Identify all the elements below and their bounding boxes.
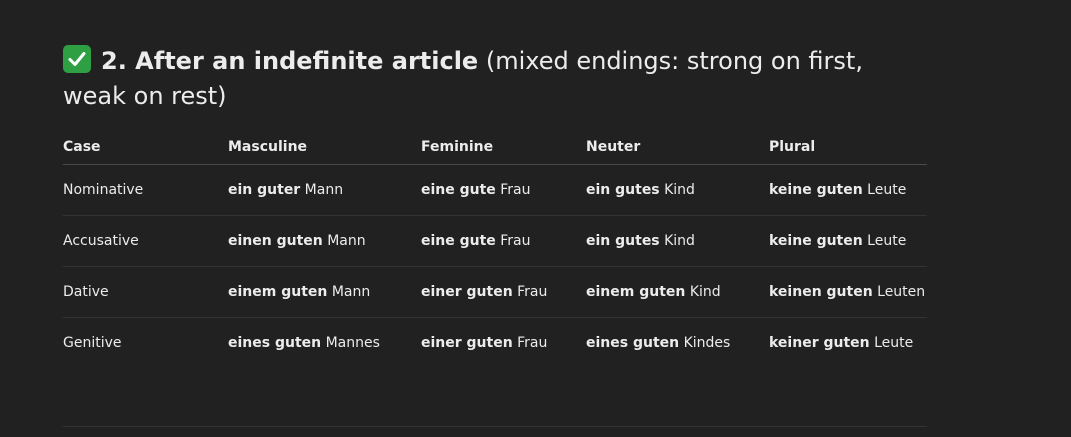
noun: Mann <box>327 233 366 249</box>
feminine-cell: einer guten Frau <box>421 318 586 369</box>
article-adjective: einen guten <box>228 233 323 249</box>
noun: Mannes <box>325 335 380 351</box>
noun: Frau <box>517 284 548 300</box>
feminine-cell: einer guten Frau <box>421 266 586 318</box>
article-adjective: eines guten <box>586 335 680 351</box>
neuter-cell: ein gutes Kind <box>586 164 769 216</box>
masculine-cell: eines guten Mannes <box>228 318 421 369</box>
table-row: Genitive eines guten Mannes einer guten … <box>63 318 927 369</box>
header-case: Case <box>63 129 228 165</box>
noun: Leuten <box>877 284 926 300</box>
noun: Kind <box>664 233 695 249</box>
section-heading: 2. After an indefinite article (mixed en… <box>63 44 927 114</box>
article-adjective: einer guten <box>421 284 513 300</box>
article-adjective: eines guten <box>228 335 322 351</box>
article-adjective: keine guten <box>769 233 863 249</box>
table-row: Dative einem guten Mann einer guten Frau… <box>63 266 927 318</box>
masculine-cell: einem guten Mann <box>228 266 421 318</box>
noun: Kindes <box>683 335 731 351</box>
noun: Kind <box>689 284 721 300</box>
plural-cell: keiner guten Leute <box>769 318 927 369</box>
noun: Frau <box>500 182 531 198</box>
table-row: Nominative ein guter Mann eine gute Frau… <box>63 164 927 216</box>
article-adjective: eine gute <box>421 182 496 198</box>
message-content: 2. After an indefinite article (mixed en… <box>63 44 927 351</box>
article-adjective: keiner guten <box>769 335 870 351</box>
neuter-cell: ein gutes Kind <box>586 215 769 267</box>
case-cell: Nominative <box>63 164 228 216</box>
neuter-cell: einem guten Kind <box>586 266 769 318</box>
heading-bold-text: 2. After an indefinite article <box>101 47 479 75</box>
check-mark-button-icon <box>63 45 91 73</box>
header-masculine: Masculine <box>228 129 421 165</box>
case-cell: Genitive <box>63 335 122 351</box>
noun: Leute <box>867 182 907 198</box>
article-adjective: eine gute <box>421 233 496 249</box>
article-adjective: ein gutes <box>586 233 660 249</box>
plural-cell: keine guten Leute <box>769 164 927 216</box>
header-feminine: Feminine <box>421 129 586 165</box>
noun: Mann <box>331 284 371 300</box>
case-cell: Accusative <box>63 215 228 267</box>
noun: Leute <box>867 233 907 249</box>
table-header-row: Case Masculine Feminine Neuter Plural <box>63 129 927 165</box>
header-neuter: Neuter <box>586 129 769 165</box>
section-divider <box>63 426 927 427</box>
declension-table: Case Masculine Feminine Neuter Plural No… <box>63 129 927 368</box>
neuter-cell: eines guten Kindes <box>586 318 769 369</box>
noun: Leute <box>874 335 914 351</box>
noun: Frau <box>500 233 531 249</box>
feminine-cell: eine gute Frau <box>421 164 586 216</box>
noun: Frau <box>517 335 548 351</box>
header-plural: Plural <box>769 129 927 165</box>
case-cell: Dative <box>63 266 228 318</box>
article-adjective: einem guten <box>586 284 686 300</box>
plural-cell: keinen guten Leuten <box>769 266 927 318</box>
masculine-cell: einen guten Mann <box>228 215 421 267</box>
article-adjective: ein guter <box>228 182 301 198</box>
noun: Mann <box>304 182 344 198</box>
masculine-cell: ein guter Mann <box>228 164 421 216</box>
feminine-cell: eine gute Frau <box>421 215 586 267</box>
article-adjective: keine guten <box>769 182 863 198</box>
article-adjective: einem guten <box>228 284 328 300</box>
table-row: Accusative einen guten Mann eine gute Fr… <box>63 215 927 267</box>
noun: Kind <box>664 182 695 198</box>
article-adjective: ein gutes <box>586 182 660 198</box>
article-adjective: keinen guten <box>769 284 873 300</box>
plural-cell: keine guten Leute <box>769 215 927 267</box>
article-adjective: einer guten <box>421 335 513 351</box>
